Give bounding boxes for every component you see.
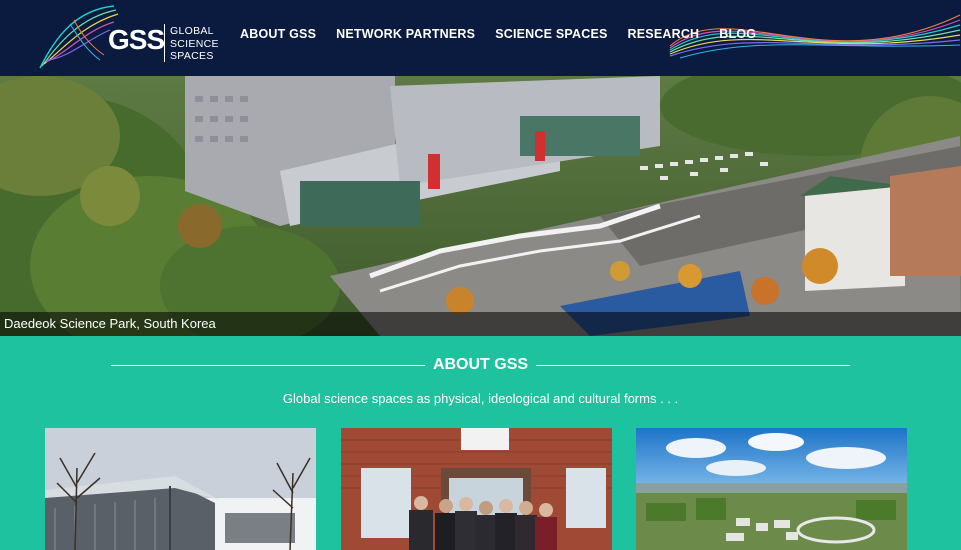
- logo-subtitle-line-3: SPACES: [170, 50, 214, 62]
- hero-caption-bar: Daedeok Science Park, South Korea: [0, 312, 961, 336]
- nav-item-network-partners[interactable]: NETWORK PARTNERS: [336, 27, 475, 41]
- logo-subtitle-line-1: GLOBAL: [170, 25, 214, 37]
- main-nav: ABOUT GSS NETWORK PARTNERS SCIENCE SPACE…: [240, 27, 776, 41]
- logo-wordmark: GSS: [108, 24, 165, 55]
- about-card-2-image: [341, 428, 612, 550]
- about-card-3-image: [636, 428, 907, 550]
- site-header: GSS GLOBAL SCIENCE SPACES ABOUT GSS NETW…: [0, 0, 961, 76]
- section-subtitle: Global science spaces as physical, ideol…: [282, 391, 679, 406]
- site-logo[interactable]: GSS GLOBAL SCIENCE SPACES: [34, 0, 220, 76]
- logo-subtitle-line-2: SCIENCE: [170, 37, 219, 50]
- about-card-1[interactable]: [45, 428, 316, 550]
- about-card-1-image: [45, 428, 316, 550]
- about-card-3[interactable]: [636, 428, 907, 550]
- nav-item-science-spaces[interactable]: SCIENCE SPACES: [495, 27, 607, 41]
- logo-subtitle: GLOBAL SCIENCE SPACES: [170, 25, 219, 63]
- about-card-2[interactable]: [341, 428, 612, 550]
- hero-caption: Daedeok Science Park, South Korea: [4, 316, 216, 331]
- nav-item-about-gss[interactable]: ABOUT GSS: [240, 27, 316, 41]
- nav-item-blog[interactable]: BLOG: [719, 27, 756, 41]
- logo-divider: [164, 24, 165, 62]
- hero-banner: Daedeok Science Park, South Korea: [0, 76, 961, 336]
- section-rule-right: [536, 365, 850, 366]
- nav-item-research[interactable]: RESEARCH: [628, 27, 700, 41]
- hero-photo: [0, 76, 961, 336]
